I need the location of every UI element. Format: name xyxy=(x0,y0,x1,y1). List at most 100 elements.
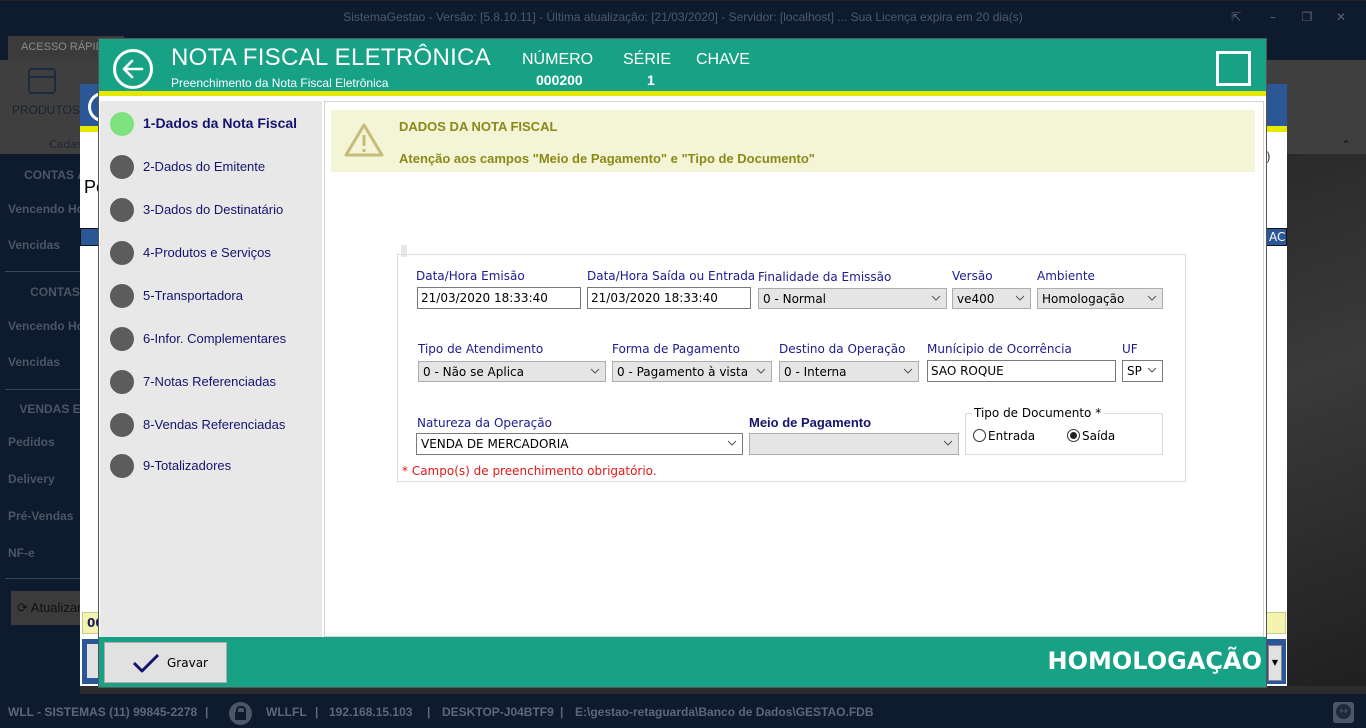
refresh-button[interactable]: ⟳ Atualizar xyxy=(11,591,81,625)
meio-pagamento-label: Meio de Pagamento xyxy=(749,415,872,430)
divider xyxy=(5,578,85,579)
lock-icon xyxy=(229,702,252,725)
close-button[interactable]: ✕ xyxy=(1331,9,1351,25)
status-company: WLL - SISTEMAS (11) 99845-2278 xyxy=(8,705,198,719)
status-separator: | xyxy=(560,705,564,719)
tipo-documento-label: Tipo de Documento * xyxy=(972,406,1104,420)
sidebar-item[interactable]: Vencidas xyxy=(8,238,60,252)
step-totalizadores[interactable]: 9-Totalizadores xyxy=(109,453,321,479)
modal-footer: Gravar HOMOLOGAÇÃO xyxy=(99,637,1266,687)
forma-pagamento-select[interactable]: 0 - Pagamento à vista xyxy=(612,361,772,382)
sidebar-item[interactable]: Pré-Vendas xyxy=(8,509,73,523)
forma-pagamento-value: 0 - Pagamento à vista xyxy=(617,365,749,379)
chevron-down-icon xyxy=(931,295,941,301)
modal-subtitle: Preenchimento da Nota Fiscal Eletrônica xyxy=(171,76,389,90)
step-dados-nota-fiscal[interactable]: 1-Dados da Nota Fiscal xyxy=(109,111,321,137)
chevron-down-icon xyxy=(727,440,737,446)
required-fields-note: * Campo(s) de preenchimento obrigatório. xyxy=(402,464,657,478)
data-saida-label: Data/Hora Saída ou Entrada xyxy=(587,269,756,283)
status-bar: WLL - SISTEMAS (11) 99845-2278 | WLLFL |… xyxy=(0,694,1366,728)
collapse-ribbon-icon[interactable]: ⌃ xyxy=(1341,138,1351,152)
radio-entrada-label: Entrada xyxy=(988,429,1036,443)
data-emissao-label: Data/Hora Emisão xyxy=(416,269,525,283)
chevron-down-icon xyxy=(943,440,953,446)
sidebar-item[interactable]: Delivery xyxy=(8,472,55,486)
step-status-icon xyxy=(110,370,134,394)
restore-up-icon[interactable]: ⇱ xyxy=(1226,9,1246,25)
natureza-select[interactable]: VENDA DE MERCADORIA xyxy=(416,433,743,455)
uf-select[interactable]: SP xyxy=(1122,360,1163,382)
restore-button[interactable]: ❐ xyxy=(1297,9,1317,25)
step-notas-referenciadas[interactable]: 7-Notas Referenciadas xyxy=(109,369,321,395)
chave-label: CHAVE xyxy=(696,51,750,68)
sidebar-item[interactable]: NF-e xyxy=(8,546,35,560)
destino-operacao-label: Destino da Operação xyxy=(779,342,906,356)
alert-banner: DADOS DA NOTA FISCAL Atenção aos campos … xyxy=(331,110,1255,172)
arrow-left-icon xyxy=(122,59,144,79)
checkmark-icon xyxy=(132,653,160,673)
step-status-icon xyxy=(110,241,134,265)
finalidade-select[interactable]: 0 - Normal xyxy=(758,288,947,309)
step-status-icon xyxy=(110,284,134,308)
finalidade-label: Finalidade da Emissão xyxy=(758,270,892,284)
save-button[interactable]: Gravar xyxy=(104,642,227,683)
natureza-value: VENDA DE MERCADORIA xyxy=(421,437,569,451)
destino-operacao-select[interactable]: 0 - Interna xyxy=(779,361,919,382)
step-infor-complementares[interactable]: 6-Infor. Complementares xyxy=(109,326,321,352)
finalidade-value: 0 - Normal xyxy=(763,292,827,306)
tipo-atendimento-select[interactable]: 0 - Não se Aplica xyxy=(418,361,606,382)
municipio-label: Munícipio de Ocorrência xyxy=(927,342,1072,356)
divider xyxy=(5,271,85,272)
background-wallpaper xyxy=(1286,154,1366,694)
versao-select[interactable]: ve400 xyxy=(952,288,1031,309)
save-button-label: Gravar xyxy=(167,656,208,670)
tipo-atendimento-value: 0 - Não se Aplica xyxy=(423,365,524,379)
minimize-button[interactable]: – xyxy=(1263,9,1283,25)
step-vendas-referenciadas[interactable]: 8-Vendas Referenciadas xyxy=(109,412,321,438)
form-group: Data/Hora Emisão 21/03/2020 18:33:40 Dat… xyxy=(397,254,1186,482)
ambiente-select[interactable]: Homologação xyxy=(1037,288,1163,309)
sidebar-item[interactable]: Pedidos xyxy=(8,435,55,449)
content-panel: DADOS DA NOTA FISCAL Atenção aos campos … xyxy=(324,101,1264,637)
radio-saida[interactable]: Saída xyxy=(1067,429,1115,443)
radio-checked-icon xyxy=(1067,429,1080,442)
versao-value: ve400 xyxy=(957,292,995,306)
numero-label: NÚMERO xyxy=(522,51,594,68)
data-saida-input[interactable]: 21/03/2020 18:33:40 xyxy=(587,287,751,309)
chevron-down-icon xyxy=(1147,367,1157,373)
step-label: 5-Transportadora xyxy=(143,288,243,303)
step-status-icon xyxy=(110,413,134,437)
back-button[interactable] xyxy=(113,49,153,89)
chevron-down-icon xyxy=(590,368,600,374)
numero-value: 000200 xyxy=(536,72,583,88)
remote-access-icon[interactable] xyxy=(1333,702,1354,723)
radio-entrada[interactable]: Entrada xyxy=(973,429,1035,443)
step-label: 1-Dados da Nota Fiscal xyxy=(143,115,298,131)
dropdown-arrow-button[interactable]: ▼ xyxy=(1268,645,1282,681)
step-produtos-servicos[interactable]: 4-Produtos e Serviços xyxy=(109,240,321,266)
chevron-down-icon xyxy=(903,368,913,374)
natureza-label: Natureza da Operação xyxy=(417,416,552,430)
environment-badge: HOMOLOGAÇÃO xyxy=(1047,647,1262,675)
maximize-button[interactable] xyxy=(1216,51,1251,86)
status-database: E:\gestao-retaguarda\Banco de Dados\GEST… xyxy=(575,705,874,719)
versao-label: Versão xyxy=(952,269,993,283)
step-status-icon xyxy=(110,327,134,351)
data-emissao-input[interactable]: 21/03/2020 18:33:40 xyxy=(417,287,581,309)
status-user: WLLFL xyxy=(266,705,307,719)
sidebar-item[interactable]: Vencidas xyxy=(8,355,60,369)
step-label: 6-Infor. Complementares xyxy=(143,331,287,346)
forma-pagamento-label: Forma de Pagamento xyxy=(612,342,740,356)
step-transportadora[interactable]: 5-Transportadora xyxy=(109,283,321,309)
divider xyxy=(5,389,85,390)
step-label: 4-Produtos e Serviços xyxy=(143,245,271,260)
refresh-icon: ⟳ xyxy=(17,600,31,615)
window-title-bar: SistemaGestao - Versão: [5.8.10.11] - Úl… xyxy=(0,0,1366,34)
step-dados-emitente[interactable]: 2-Dados do Emitente xyxy=(109,154,321,180)
step-dados-destinatario[interactable]: 3-Dados do Destinatário xyxy=(109,197,321,223)
municipio-input[interactable]: SAO ROQUE xyxy=(927,360,1116,382)
serie-label: SÉRIE xyxy=(623,51,672,68)
meio-pagamento-select[interactable] xyxy=(749,433,959,455)
radio-unchecked-icon xyxy=(973,429,986,442)
ribbon-produtos-button[interactable]: PRODUTOS xyxy=(12,103,80,117)
